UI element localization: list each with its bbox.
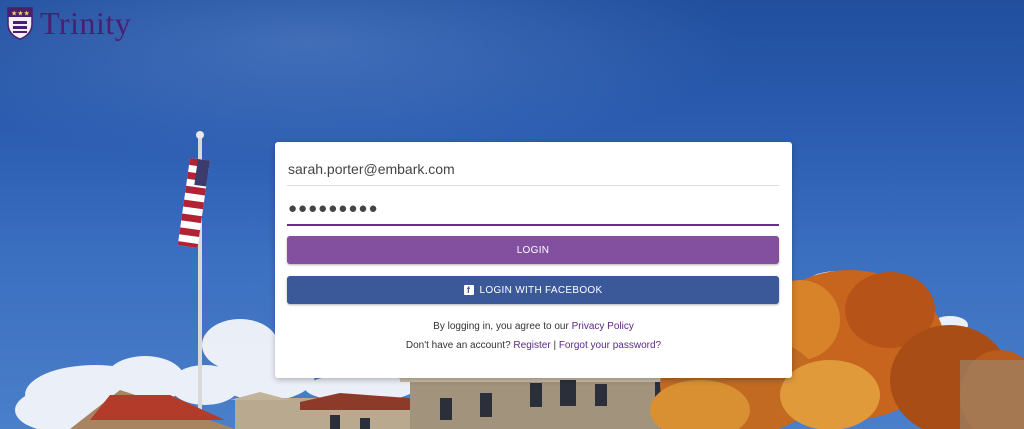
svg-text:★★★: ★★★ — [11, 10, 30, 18]
facebook-button-label: LOGIN WITH FACEBOOK — [479, 284, 603, 296]
account-prompt-text: Don't have an account? — [405, 340, 514, 351]
shield-crest-icon: ★★★ — [7, 7, 33, 40]
terms-notice: By logging in, you agree to our Privacy … — [275, 321, 792, 332]
register-link[interactable]: Register — [513, 340, 550, 351]
facebook-icon: f — [463, 285, 474, 295]
login-button-label: LOGIN — [516, 244, 550, 256]
forgot-password-link[interactable]: Forgot your password? — [559, 340, 661, 351]
terms-text: By logging in, you agree to our — [433, 321, 572, 332]
privacy-policy-link[interactable]: Privacy Policy — [572, 321, 634, 332]
login-card: LOGIN f LOGIN WITH FACEBOOK By logging i… — [275, 142, 792, 378]
account-links: Don't have an account? Register | Forgot… — [275, 340, 792, 351]
brand-name: Trinity — [40, 5, 132, 41]
site-logo[interactable]: ★★★ Trinity — [6, 5, 131, 41]
password-field[interactable] — [287, 192, 779, 226]
link-separator: | — [550, 340, 559, 351]
login-button[interactable]: LOGIN — [287, 236, 779, 264]
login-with-facebook-button[interactable]: f LOGIN WITH FACEBOOK — [287, 276, 779, 304]
email-field[interactable] — [287, 152, 779, 186]
